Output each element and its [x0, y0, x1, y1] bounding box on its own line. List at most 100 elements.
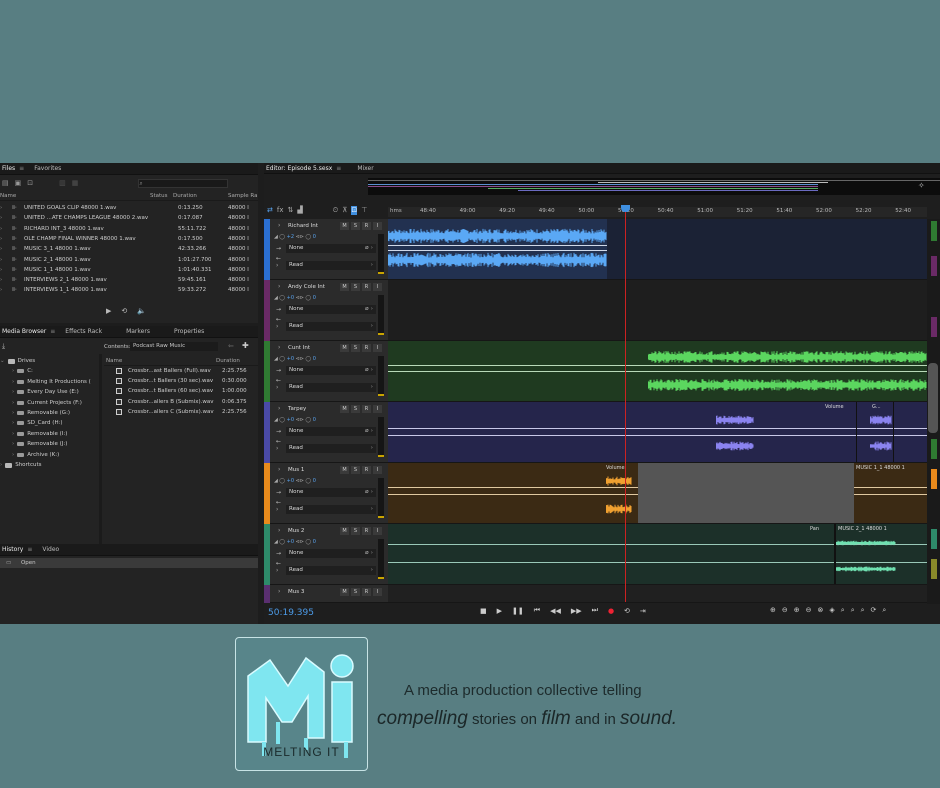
pan-knob-icon[interactable]: ⊲⊳ ◯ [294, 356, 313, 362]
open-file-icon[interactable]: ▤ [2, 179, 9, 187]
autoplay-icon[interactable]: 🔈 [137, 307, 146, 315]
automation-mode-dropdown[interactable]: Read [286, 566, 376, 575]
chevron-icon[interactable]: › [12, 431, 14, 437]
expand-icon[interactable]: › [0, 215, 2, 221]
expand-icon[interactable]: › [0, 287, 2, 293]
chevron-icon[interactable]: › [12, 368, 14, 374]
solo-button[interactable]: S [351, 283, 360, 291]
tab-editor[interactable]: Editor: Episode 5.sesx ≡ [266, 165, 341, 172]
zoom-out-time-icon[interactable]: ⊖ [806, 606, 812, 615]
zoom-in-time-icon[interactable]: ⊕ [794, 606, 800, 615]
fx-power-icon[interactable]: ⌀ [365, 244, 369, 251]
loop-button[interactable]: ⟲ [624, 607, 630, 615]
monitor-input-button[interactable]: I [373, 588, 382, 596]
envelope-line[interactable] [388, 494, 638, 495]
monitor-input-button[interactable]: I [373, 222, 382, 230]
marker-icon[interactable]: ⊡ [351, 206, 358, 215]
envelope-line[interactable] [388, 562, 927, 563]
record-arm-button[interactable]: R [362, 466, 371, 474]
back-icon[interactable]: ⇐ [228, 342, 234, 350]
chevron-icon[interactable]: ⌄ [0, 358, 5, 364]
fx-power-icon[interactable]: ⌀ [365, 305, 369, 312]
import-icon[interactable]: ▣ [15, 179, 22, 187]
read-expand-icon[interactable]: › [276, 323, 278, 330]
mute-button[interactable]: M [340, 283, 349, 291]
envelope-line[interactable] [854, 487, 927, 488]
volume-knob-icon[interactable]: ◢ ◯ [274, 539, 287, 545]
chevron-icon[interactable]: › [12, 379, 14, 385]
envelope-line[interactable] [388, 245, 607, 246]
envelope-line[interactable] [388, 365, 927, 366]
stop-button[interactable]: ■ [480, 607, 487, 615]
playhead-line[interactable] [625, 207, 626, 602]
fx-power-icon[interactable]: ⌀ [365, 427, 369, 434]
list-item[interactable]: Crossbr...t Ballers (60 sec).wav 1:00.000 [104, 386, 258, 396]
track-name[interactable]: Andy Cole Int [288, 284, 325, 290]
download-icon[interactable]: ⤓ [2, 342, 5, 351]
collapse-chevron-icon[interactable]: › [278, 588, 280, 595]
tab-mixer[interactable]: Mixer [357, 165, 373, 172]
clip-boundary[interactable] [834, 524, 836, 584]
volume-value[interactable]: +0 [287, 417, 294, 423]
input-dropdown[interactable]: None [286, 305, 376, 314]
metronome-icon[interactable]: ⏲ [333, 206, 338, 215]
go-to-end-button[interactable]: ⏭ [592, 606, 598, 615]
mute-button[interactable]: M [340, 527, 349, 535]
chevron-icon[interactable]: › [12, 420, 14, 426]
record-arm-button[interactable]: R [362, 283, 371, 291]
pin-tool-icon[interactable]: ⊤ [361, 206, 367, 215]
volume-knob-icon[interactable]: ◢ ◯ [274, 234, 287, 240]
pan-knob-icon[interactable]: ⊲⊳ ◯ [294, 539, 313, 545]
chevron-icon[interactable]: › [12, 400, 14, 406]
zoom-out-point-icon[interactable]: ⌕ [851, 606, 855, 615]
tree-item[interactable]: › Archive (K:) [12, 450, 59, 460]
volume-value[interactable]: +0 [287, 356, 294, 362]
expand-icon[interactable]: › [0, 226, 2, 232]
table-row[interactable]: › ⊪ MUSIC 1_1 48000 1.wav 1:01:40.331 48000 … [0, 265, 258, 275]
track-lane[interactable] [388, 280, 927, 341]
pan-knob-icon[interactable]: ⊲⊳ ◯ [294, 417, 313, 423]
col-name[interactable]: Name [0, 193, 16, 199]
tree-item[interactable]: › Removable (J:) [12, 439, 67, 449]
pin-icon[interactable]: ✧ [918, 181, 925, 190]
col-media-name[interactable]: Name [106, 358, 122, 364]
tree-item[interactable]: › SD_Card (H:) [12, 418, 63, 428]
expand-icon[interactable]: › [0, 277, 2, 283]
read-expand-icon[interactable]: › [276, 506, 278, 513]
monitor-input-button[interactable]: I [373, 405, 382, 413]
pan-value[interactable]: 0 [313, 417, 316, 423]
list-item[interactable]: Crossbr...ast Ballers (Full).wav 2:25.756 [104, 366, 258, 376]
chevron-icon[interactable]: › [0, 462, 2, 468]
volume-value[interactable]: +0 [287, 478, 294, 484]
input-dropdown[interactable]: None [286, 549, 376, 558]
envelope-line[interactable] [388, 435, 927, 436]
expand-icon[interactable]: › [0, 257, 2, 263]
volume-value[interactable]: +0 [287, 295, 294, 301]
track-name[interactable]: Cunt Int [288, 345, 310, 351]
solo-button[interactable]: S [351, 588, 360, 596]
playhead-handle[interactable] [621, 205, 630, 212]
pan-value[interactable]: 0 [313, 478, 316, 484]
track-name[interactable]: Mus 3 [288, 589, 304, 595]
record-arm-button[interactable]: R [362, 527, 371, 535]
table-row[interactable]: › ⊪ INTERVIEWS 1_1 48000 1.wav 59:33.272 480… [0, 285, 258, 295]
time-ruler[interactable]: hms48:4049:0049:2049:4050:0050:2050:4051… [388, 207, 927, 217]
tab-media-browser[interactable]: Media Browser ≡ [2, 328, 55, 335]
envelope-line[interactable] [388, 428, 927, 429]
collapse-chevron-icon[interactable]: › [278, 222, 280, 229]
table-row[interactable]: › ⊪ MUSIC 3_1 48000 1.wav 42:33.266 48000 l [0, 244, 258, 254]
fx-power-icon[interactable]: ⌀ [365, 366, 369, 373]
fx-power-icon[interactable]: ⌀ [365, 549, 369, 556]
search-field[interactable]: ⌕ [138, 178, 229, 188]
tab-markers[interactable]: Markers [126, 328, 150, 335]
record-button[interactable]: ● [608, 607, 614, 615]
automation-mode-dropdown[interactable]: Read [286, 322, 376, 331]
col-status[interactable]: Status [150, 193, 168, 199]
record-arm-button[interactable]: R [362, 222, 371, 230]
monitor-input-button[interactable]: I [373, 344, 382, 352]
expand-icon[interactable]: › [0, 236, 2, 242]
fast-forward-button[interactable]: ▶▶ [571, 607, 582, 615]
input-dropdown[interactable]: None [286, 427, 376, 436]
tree-item[interactable]: ⌄ Drives [0, 356, 35, 366]
expand-icon[interactable]: › [0, 205, 2, 211]
